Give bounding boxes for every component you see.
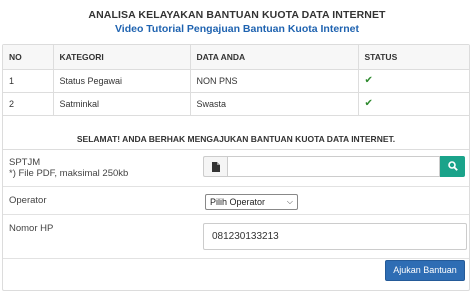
check-icon: ✔ bbox=[364, 75, 373, 86]
sptjm-row: SPTJM *) File PDF, maksimal 250kb bbox=[3, 151, 469, 187]
page-title: ANALISA KELAYAKAN BANTUAN KUOTA DATA INT… bbox=[88, 9, 386, 21]
table-row: 2 Satminkal Swasta ✔ bbox=[3, 91, 469, 116]
phone-label: Nomor HP bbox=[9, 223, 54, 234]
operator-select[interactable]: Pilih Operator ⌵ bbox=[205, 194, 298, 210]
table-header-row: NO KATEGORI DATA ANDA STATUS bbox=[3, 45, 469, 70]
sptjm-file-group bbox=[203, 156, 467, 177]
operator-label: Operator bbox=[9, 195, 47, 206]
cell-status: ✔ bbox=[357, 68, 469, 93]
cell-status: ✔ bbox=[357, 91, 469, 116]
column-header-no: NO bbox=[3, 45, 54, 70]
cell-kategori: Status Pegawai bbox=[52, 68, 191, 93]
cell-no: 2 bbox=[3, 91, 54, 116]
phone-number-input[interactable]: 081230133213 bbox=[203, 223, 467, 250]
phone-row: Nomor HP 081230133213 bbox=[3, 216, 469, 259]
column-header-data-anda: DATA ANDA bbox=[189, 45, 359, 70]
chevron-down-icon: ⌵ bbox=[286, 197, 293, 206]
cell-data: Swasta bbox=[189, 91, 359, 116]
eligibility-notice: SELAMAT! ANDA BERHAK MENGAJUKAN BANTUAN … bbox=[3, 128, 469, 150]
operator-row: Operator Pilih Operator ⌵ bbox=[3, 188, 469, 215]
search-button[interactable] bbox=[440, 156, 465, 177]
file-icon bbox=[203, 156, 227, 177]
eligibility-table: NO KATEGORI DATA ANDA STATUS 1 Status Pe… bbox=[3, 45, 469, 116]
check-icon: ✔ bbox=[364, 98, 373, 109]
submit-button[interactable]: Ajukan Bantuan bbox=[385, 260, 465, 281]
cell-no: 1 bbox=[3, 68, 54, 93]
cell-kategori: Satminkal bbox=[52, 91, 191, 116]
operator-selected-value: Pilih Operator bbox=[210, 197, 266, 207]
table-row: 1 Status Pegawai NON PNS ✔ bbox=[3, 68, 469, 93]
column-header-kategori: KATEGORI bbox=[52, 45, 191, 70]
cell-data: NON PNS bbox=[189, 68, 359, 93]
search-icon bbox=[447, 161, 458, 171]
column-header-status: STATUS bbox=[357, 45, 469, 70]
video-tutorial-link[interactable]: Video Tutorial Pengajuan Bantuan Kuota I… bbox=[0, 23, 474, 35]
eligibility-panel: NO KATEGORI DATA ANDA STATUS 1 Status Pe… bbox=[2, 44, 470, 291]
sptjm-file-input[interactable] bbox=[227, 156, 440, 177]
sptjm-hint: *) File PDF, maksimal 250kb bbox=[9, 168, 129, 179]
